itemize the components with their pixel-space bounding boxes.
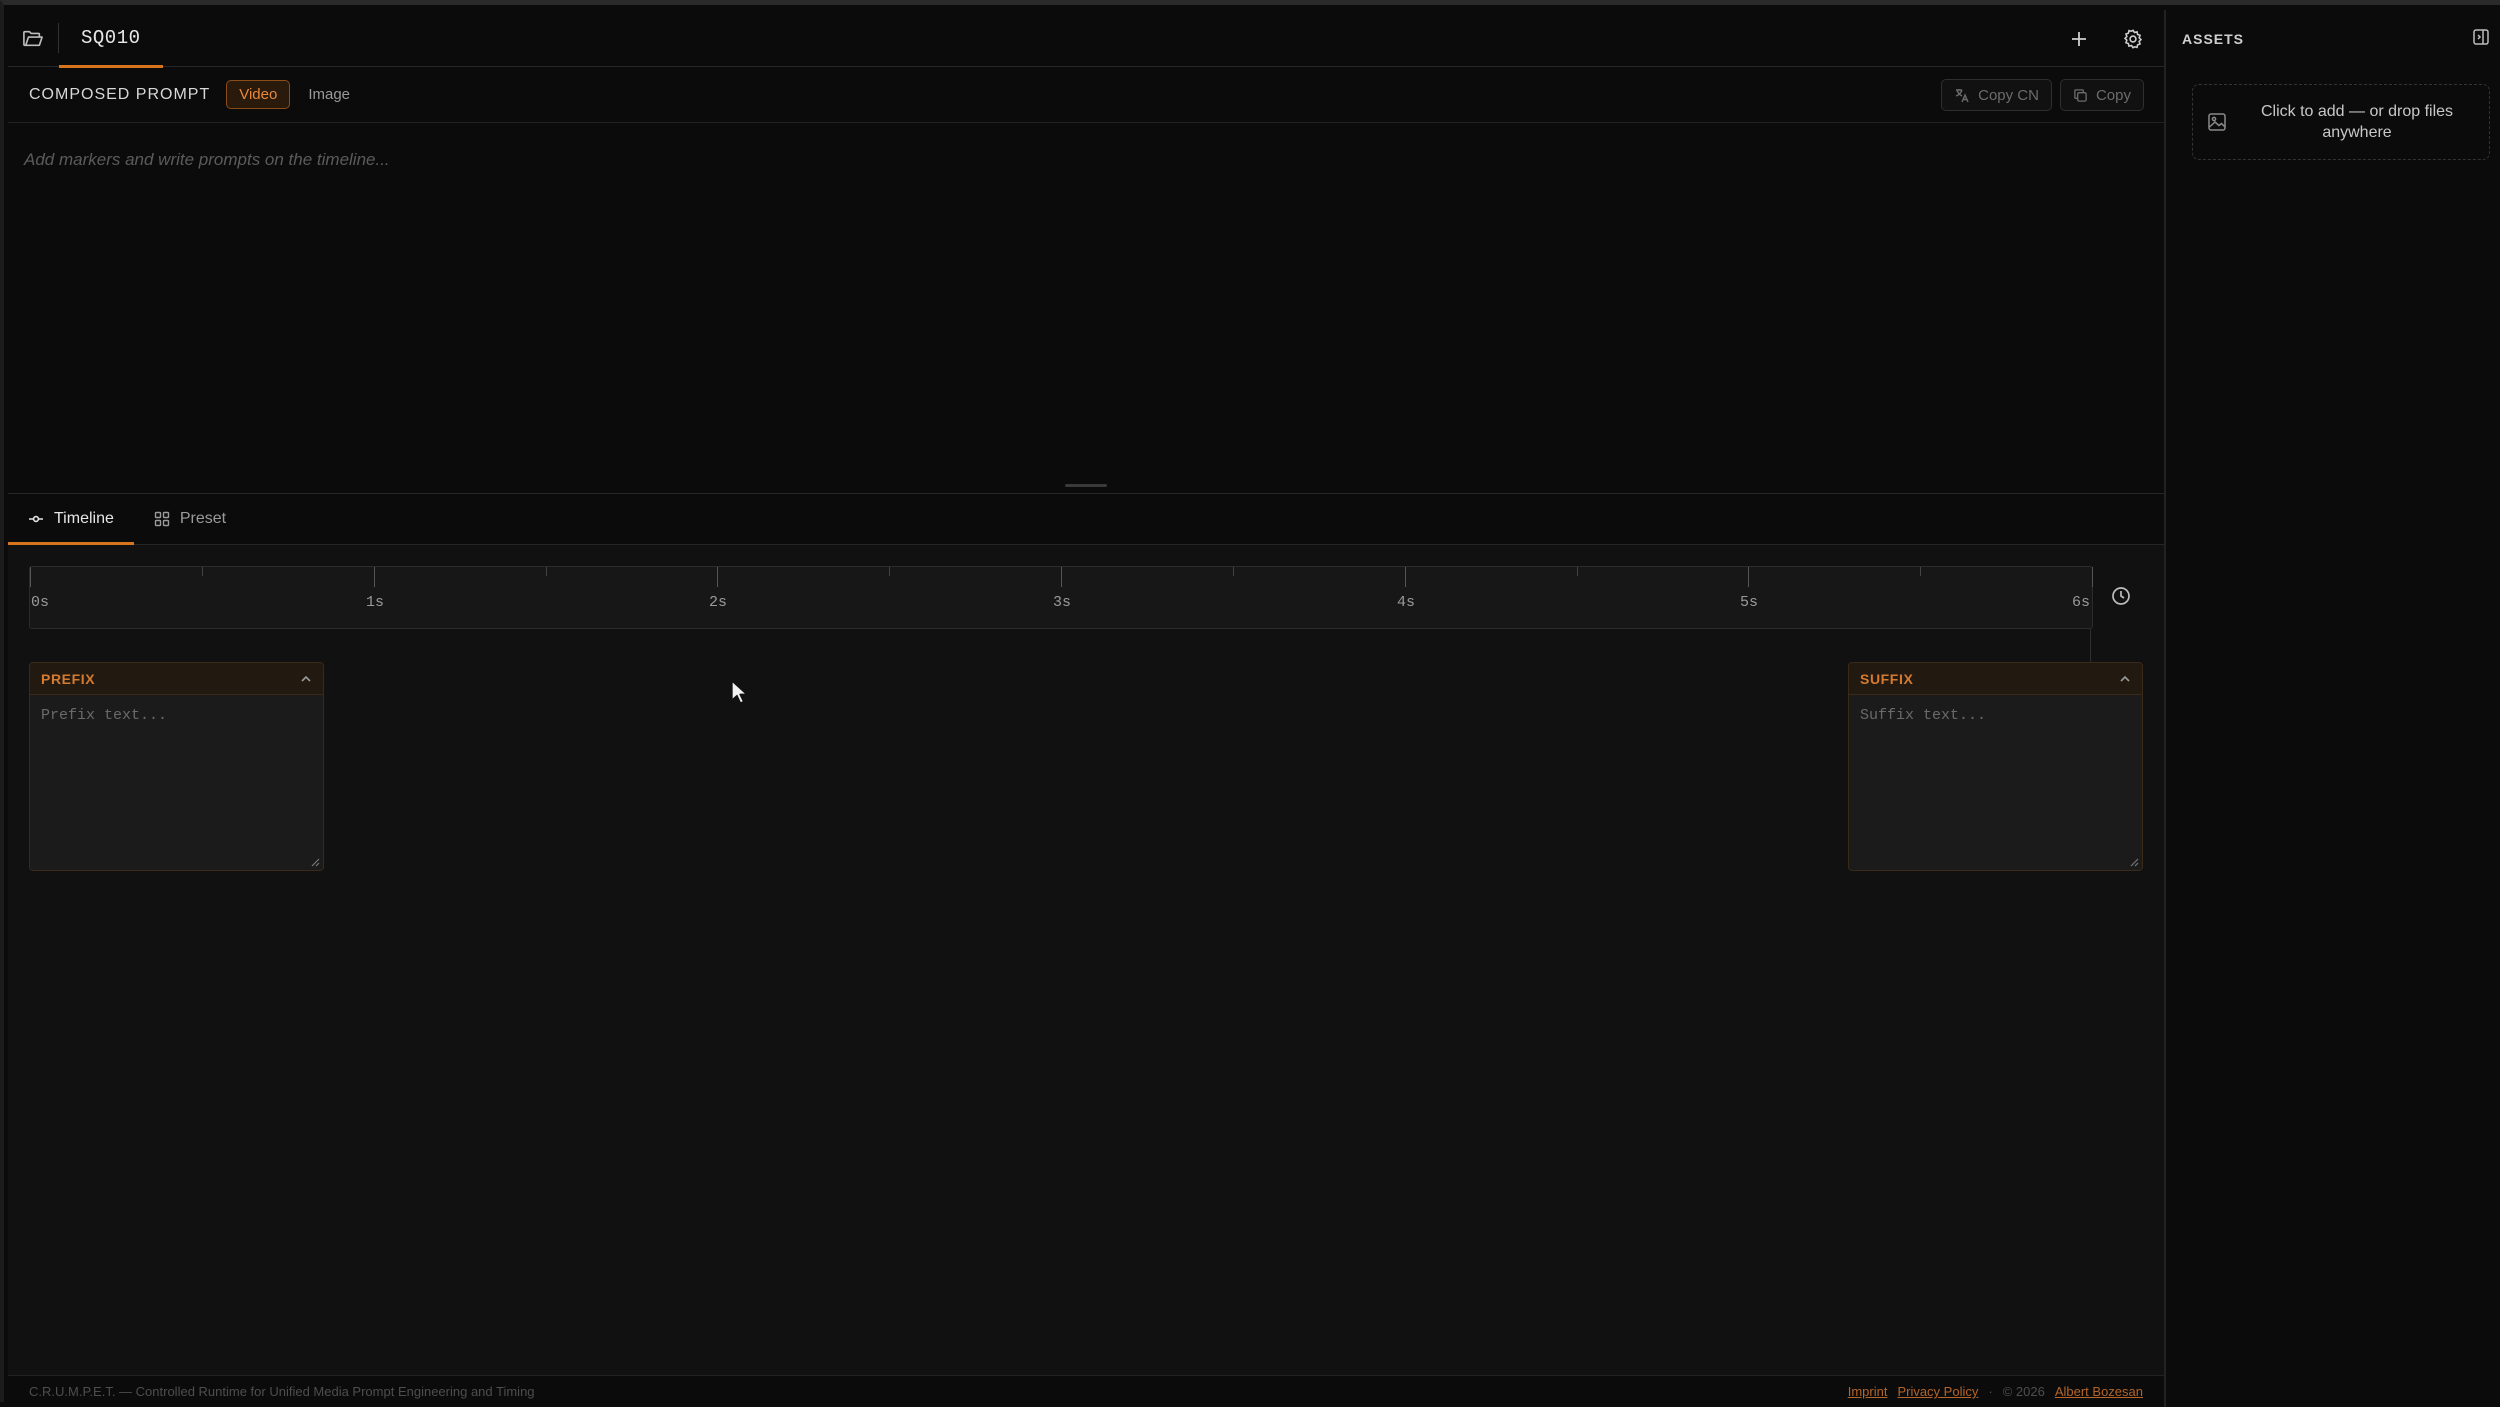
ruler-tick-label: 0s (31, 594, 50, 611)
ruler-major-tick (374, 567, 375, 587)
copy-icon (2074, 88, 2087, 102)
footer-separator: · (1988, 1384, 1993, 1399)
footer: C.R.U.M.P.E.T. — Controlled Runtime for … (8, 1375, 2164, 1407)
tab-sequence[interactable]: SQ010 (59, 10, 163, 68)
copy-actions: Copy CN Copy (1941, 79, 2144, 111)
timeline-icon (29, 515, 43, 523)
ruler-tick-label: 6s (2072, 594, 2091, 611)
imprint-link[interactable]: Imprint (1848, 1384, 1888, 1399)
add-button[interactable] (2066, 26, 2092, 52)
copy-button[interactable]: Copy (2059, 79, 2144, 111)
prefix-header[interactable]: PREFIX (30, 663, 323, 695)
ruler-major-tick (1405, 567, 1406, 587)
suffix-textarea[interactable] (1849, 695, 2142, 870)
footer-tagline: C.R.U.M.P.E.T. — Controlled Runtime for … (29, 1384, 535, 1399)
tab-timeline-label: Timeline (54, 510, 114, 527)
open-folder-button[interactable] (8, 10, 58, 67)
composed-prompt-header: COMPOSED PROMPT Video Image Copy CN Copy (8, 67, 2164, 123)
privacy-policy-link[interactable]: Privacy Policy (1897, 1384, 1978, 1399)
topbar-actions (2066, 10, 2164, 67)
ruler-tick-label: 2s (709, 594, 728, 611)
ruler-minor-tick (889, 567, 890, 576)
prefix-title: PREFIX (41, 670, 96, 687)
ruler-tick-label: 4s (1397, 594, 1416, 611)
tab-preset[interactable]: Preset (134, 494, 246, 544)
mode-video-button[interactable]: Video (226, 80, 291, 109)
chevron-up-icon (2120, 675, 2130, 682)
timeline-ruler[interactable]: 0s 1s 2s 3s 4s 5s 6s (29, 566, 2093, 629)
prompt-placeholder: Add markers and write prompts on the tim… (24, 150, 390, 169)
main-column: SQ010 COMPOSED PROMPT Video Image Copy C… (8, 10, 2166, 1407)
author-link[interactable]: Albert Bozesan (2055, 1384, 2143, 1399)
ruler-major-tick (1748, 567, 1749, 587)
assets-sidebar: ASSETS Click to add — or drop files anyw… (2168, 10, 2500, 1407)
ruler-major-tick (2092, 567, 2093, 587)
timeline-panel: 0s 1s 2s 3s 4s 5s 6s PREFIX SUFFIX (8, 545, 2164, 1375)
ruler-major-tick (1061, 567, 1062, 587)
prefix-textarea[interactable] (30, 695, 323, 870)
assets-title: ASSETS (2182, 30, 2245, 47)
copy-label: Copy (2095, 86, 2131, 104)
duration-button[interactable] (2111, 586, 2131, 611)
tab-preset-label: Preset (179, 510, 227, 527)
suffix-title: SUFFIX (1860, 670, 1914, 687)
top-bar: SQ010 (8, 10, 2164, 68)
drop-zone-label: Click to add — or drop files anywhere (2260, 103, 2454, 141)
copy-cn-label: Copy CN (1978, 86, 2039, 104)
suffix-panel: SUFFIX (1848, 662, 2143, 871)
grid-icon (154, 511, 170, 527)
mode-image-button[interactable]: Image (296, 81, 362, 108)
ruler-tick-label: 5s (1740, 594, 1759, 611)
folder-open-icon (23, 30, 43, 47)
settings-button[interactable] (2120, 26, 2146, 52)
mouse-cursor-icon (731, 680, 748, 704)
ruler-minor-tick (1577, 567, 1578, 576)
prefix-panel: PREFIX (29, 662, 324, 871)
ruler-minor-tick (1233, 567, 1234, 576)
panel-collapse-icon (2473, 29, 2489, 45)
app-window: SQ010 COMPOSED PROMPT Video Image Copy C… (0, 0, 2500, 1407)
plus-icon (2072, 31, 2086, 46)
resize-grip-icon[interactable] (310, 857, 320, 867)
ruler-major-tick (717, 567, 718, 587)
gear-icon (2123, 28, 2143, 49)
ruler-minor-tick (1920, 567, 1921, 576)
collapse-sidebar-button[interactable] (2472, 28, 2490, 49)
ruler-minor-tick (202, 567, 203, 576)
panel-resize-handle[interactable] (1065, 484, 1107, 487)
copy-cn-button[interactable]: Copy CN (1941, 79, 2052, 111)
image-icon (2208, 113, 2226, 131)
translate-icon (1955, 89, 1969, 103)
ruler-minor-tick (546, 567, 547, 576)
timeline-end-line (2090, 629, 2091, 662)
asset-drop-zone[interactable]: Click to add — or drop files anywhere (2192, 84, 2490, 160)
footer-copyright: © 2026 (2002, 1384, 2045, 1399)
suffix-header[interactable]: SUFFIX (1849, 663, 2142, 695)
composed-prompt-output[interactable]: Add markers and write prompts on the tim… (8, 123, 2164, 493)
clock-icon (2112, 587, 2130, 605)
ruler-major-tick (30, 567, 31, 587)
composed-prompt-title: COMPOSED PROMPT (29, 85, 211, 103)
ruler-tick-label: 3s (1053, 594, 1072, 611)
bottom-tabs: Timeline Preset (8, 493, 2164, 545)
footer-links: Imprint Privacy Policy · © 2026 Albert B… (1848, 1384, 2143, 1399)
ruler-tick-label: 1s (366, 594, 385, 611)
tab-timeline[interactable]: Timeline (8, 494, 134, 545)
assets-header: ASSETS (2168, 10, 2500, 67)
resize-grip-icon[interactable] (2129, 857, 2139, 867)
chevron-up-icon (301, 675, 311, 682)
